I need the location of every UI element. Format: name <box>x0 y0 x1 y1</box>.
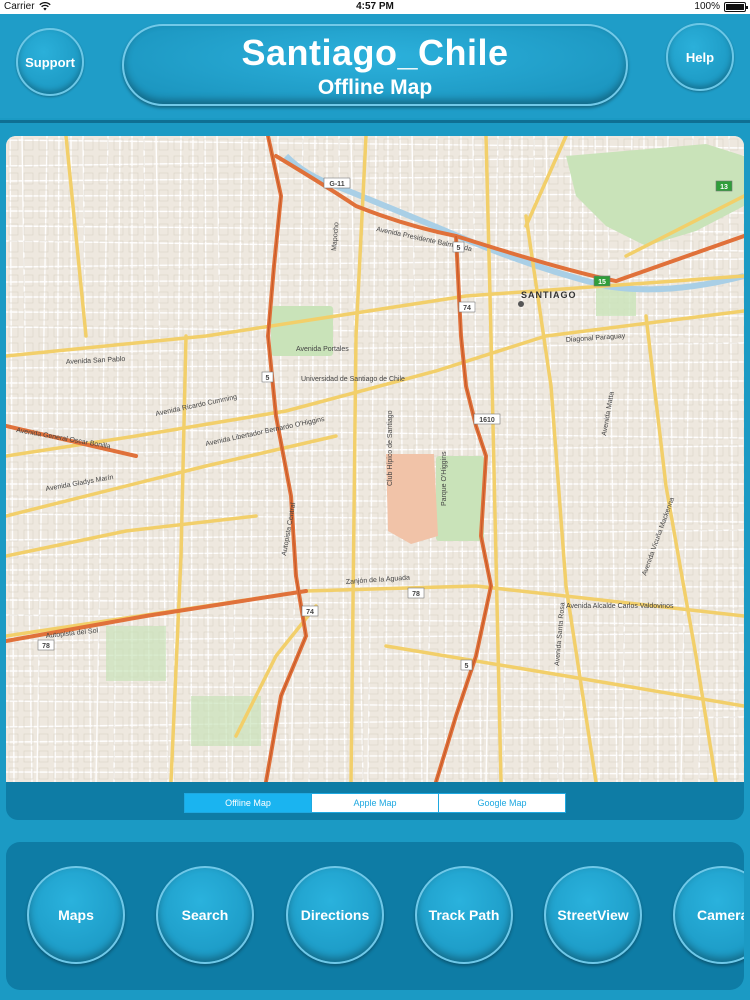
route-shield: 15 <box>593 275 611 287</box>
road-label: Club Hípico de Santiago <box>387 410 394 486</box>
svg-text:5: 5 <box>457 245 461 252</box>
search-button[interactable]: Search <box>156 866 254 964</box>
help-button[interactable]: Help <box>666 23 734 91</box>
route-shield: G-11 <box>323 177 351 189</box>
route-shield: 13 <box>715 180 733 192</box>
road-label: Avenida Alcalde Carlos Valdovinos <box>566 603 674 610</box>
route-shield: 78 <box>407 587 425 599</box>
map-type-offline[interactable]: Offline Map <box>185 794 312 812</box>
maps-button[interactable]: Maps <box>27 866 125 964</box>
offline-map-view[interactable]: SANTIAGO Avenida San Pablo Avenida Libert… <box>6 136 744 782</box>
svg-text:15: 15 <box>598 279 606 286</box>
map-type-apple[interactable]: Apple Map <box>312 794 439 812</box>
app-header: Support Santiago_Chile Offline Map Help <box>0 14 750 118</box>
status-right: 100% <box>694 1 748 12</box>
status-time: 4:57 PM <box>356 1 394 12</box>
road-label: Parque O'Higgins <box>441 451 448 506</box>
support-button[interactable]: Support <box>16 28 84 96</box>
help-button-label: Help <box>685 49 715 65</box>
title-banner: Santiago_Chile Offline Map <box>122 24 628 106</box>
directions-button[interactable]: Directions <box>286 866 384 964</box>
route-shield: 5 <box>452 241 465 253</box>
page-title: Santiago_Chile <box>241 32 509 73</box>
city-center-marker <box>518 301 524 307</box>
svg-text:5: 5 <box>465 663 469 670</box>
battery-icon <box>724 1 748 12</box>
map-type-selector[interactable]: Offline Map Apple Map Google Map <box>184 793 566 813</box>
page-subtitle: Offline Map <box>317 76 433 99</box>
route-shield: 5 <box>460 659 473 671</box>
route-shield: 74 <box>458 301 476 313</box>
search-button-label: Search <box>181 907 229 923</box>
svg-text:74: 74 <box>306 609 314 616</box>
directions-button-label: Directions <box>300 907 370 923</box>
route-shield: 78 <box>37 639 55 651</box>
road-label: Avenida Portales <box>296 346 349 353</box>
road-label: Universidad de Santiago de Chile <box>301 376 405 383</box>
map-canvas: SANTIAGO Avenida San PabloAvenida Libert… <box>6 136 744 782</box>
streetview-button-label: StreetView <box>557 907 629 923</box>
status-bar: Carrier 4:57 PM 100% <box>0 0 750 14</box>
track-path-button-label: Track Path <box>428 907 500 923</box>
streetview-button[interactable]: StreetView <box>544 866 642 964</box>
camera-button-label: Camera <box>697 907 744 923</box>
svg-text:1610: 1610 <box>479 417 495 424</box>
battery-percent: 100% <box>694 1 720 12</box>
bottom-toolbar: Maps Search Directions Track Path Street… <box>6 842 744 990</box>
city-label: SANTIAGO <box>521 290 577 300</box>
route-shield: 5 <box>261 371 274 383</box>
map-type-google[interactable]: Google Map <box>439 794 565 812</box>
track-path-button[interactable]: Track Path <box>415 866 513 964</box>
svg-text:5: 5 <box>266 375 270 382</box>
route-shield: 1610 <box>473 413 501 425</box>
route-shield: 74 <box>301 605 319 617</box>
header-divider <box>0 120 750 123</box>
support-button-label: Support <box>25 54 75 70</box>
svg-text:74: 74 <box>463 305 471 312</box>
svg-text:78: 78 <box>42 643 50 650</box>
svg-text:G-11: G-11 <box>329 181 344 188</box>
svg-text:13: 13 <box>720 184 728 191</box>
camera-button[interactable]: Camera <box>673 866 744 964</box>
maps-button-label: Maps <box>58 907 94 923</box>
svg-text:78: 78 <box>412 591 420 598</box>
